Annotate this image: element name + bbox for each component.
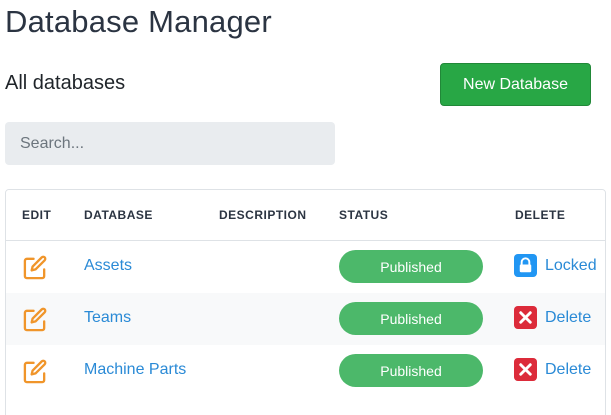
action-label: Locked: [545, 256, 597, 274]
locked-indicator[interactable]: Locked: [514, 254, 597, 277]
delete-button[interactable]: Delete: [514, 358, 591, 381]
delete-button[interactable]: Delete: [514, 306, 591, 329]
delete-x-icon: [514, 306, 537, 329]
column-header-status: STATUS: [339, 208, 389, 222]
search-input[interactable]: [5, 122, 335, 165]
column-header-database: DATABASE: [84, 208, 153, 222]
action-label: Delete: [545, 360, 592, 378]
database-manager-page: Database Manager All databases New Datab…: [0, 0, 611, 415]
page-title: Database Manager: [5, 4, 272, 39]
delete-x-icon: [514, 358, 537, 381]
table-header: EDIT DATABASE DESCRIPTION STATUS DELETE: [6, 190, 605, 241]
database-link[interactable]: Teams: [84, 309, 131, 327]
table-row: Teams Published Delete: [6, 293, 605, 345]
lock-icon: [514, 254, 537, 277]
edit-icon[interactable]: [22, 358, 49, 385]
table-row: Assets Published Locked: [6, 241, 605, 293]
status-badge: Published: [339, 302, 483, 335]
edit-icon[interactable]: [22, 306, 49, 333]
database-link[interactable]: Assets: [84, 257, 132, 275]
column-header-delete: DELETE: [515, 208, 566, 222]
status-badge: Published: [339, 250, 483, 283]
column-header-description: DESCRIPTION: [219, 208, 307, 222]
action-label: Delete: [545, 308, 592, 326]
new-database-button[interactable]: New Database: [440, 63, 591, 106]
table-row: Machine Parts Published Delete: [6, 345, 605, 397]
edit-icon[interactable]: [22, 254, 49, 281]
databases-table: EDIT DATABASE DESCRIPTION STATUS DELETE …: [5, 189, 606, 415]
database-link[interactable]: Machine Parts: [84, 361, 186, 379]
column-header-edit: EDIT: [22, 208, 52, 222]
section-subtitle: All databases: [5, 72, 126, 94]
status-badge: Published: [339, 354, 483, 387]
